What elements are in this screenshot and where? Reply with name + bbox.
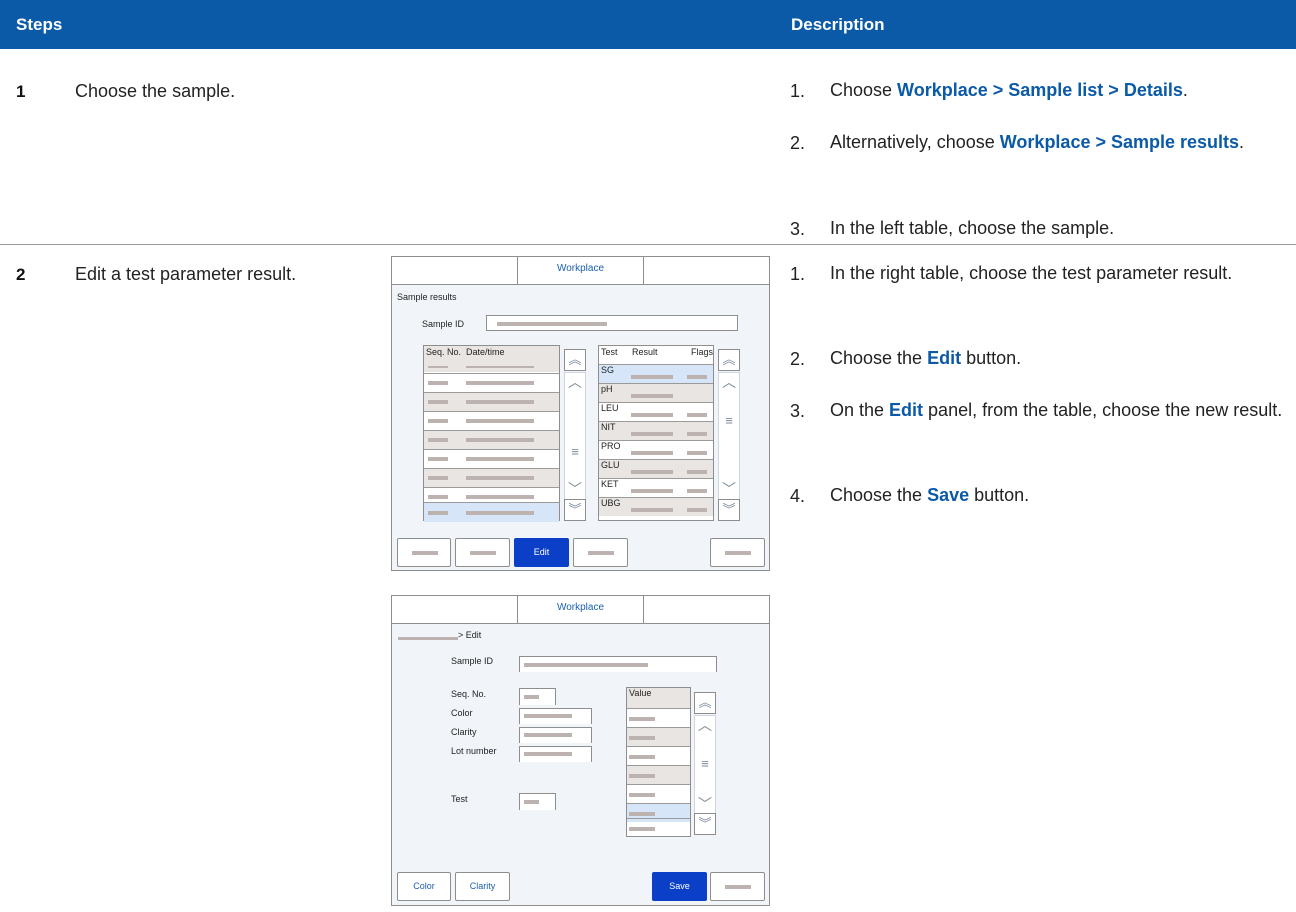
value-row[interactable]	[627, 708, 690, 727]
screen-title: Sample results	[397, 292, 457, 302]
edit-screen: Workplace > Edit Sample ID Seq. No. Colo…	[391, 595, 770, 906]
lot-number-label: Lot number	[451, 746, 497, 756]
desc-item: Choose the Edit button.	[830, 348, 1022, 368]
step-text: Edit a test parameter result.	[75, 264, 297, 284]
value-row[interactable]	[627, 727, 690, 746]
table-row[interactable]	[424, 449, 559, 468]
desc-number: 3.	[790, 219, 806, 239]
table-row[interactable]	[424, 411, 559, 430]
clarity-button[interactable]: Clarity	[455, 872, 510, 901]
step-number: 2	[16, 265, 26, 284]
test-label: Test	[451, 794, 468, 804]
sample-table[interactable]: Seq. No. Date/time	[423, 345, 560, 522]
color-label: Color	[451, 708, 473, 718]
test-row[interactable]: UBG	[599, 497, 713, 516]
chevron-up-icon[interactable]: ︿	[718, 372, 740, 392]
chevron-up-icon[interactable]: ︿	[564, 372, 586, 392]
table-row[interactable]	[424, 430, 559, 449]
menu-icon[interactable]: ≡	[564, 444, 586, 459]
description-header: Description	[791, 15, 885, 34]
desc-number: 3.	[790, 401, 806, 421]
breadcrumb: > Edit	[458, 630, 482, 640]
test-row[interactable]: NIT	[599, 421, 713, 440]
table-row-selected[interactable]	[424, 502, 559, 522]
menu-icon[interactable]: ≡	[694, 756, 716, 771]
test-table[interactable]: Test Result Flags SG pH LEU NIT PRO GLU …	[598, 345, 714, 521]
chevron-down-icon[interactable]: ﹀	[718, 479, 740, 499]
test-row[interactable]: KET	[599, 478, 713, 497]
table-row[interactable]	[424, 468, 559, 487]
table-row[interactable]	[424, 392, 559, 411]
chevron-down-icon[interactable]: ﹀	[694, 794, 716, 814]
color-field[interactable]	[519, 708, 592, 724]
test-row[interactable]: GLU	[599, 459, 713, 478]
desc-item: Choose Workplace > Sample list > Details…	[830, 80, 1188, 100]
blank-button[interactable]	[455, 538, 510, 567]
menu-path: Workplace > Sample list > Details	[897, 80, 1183, 100]
value-row[interactable]	[627, 818, 690, 838]
desc-number: 2.	[790, 349, 806, 369]
table-header: Steps Description	[0, 0, 1296, 49]
seq-label: Seq. No.	[451, 689, 487, 699]
desc-number: 1.	[790, 81, 806, 101]
blank-button[interactable]	[573, 538, 628, 567]
sample-id-label: Sample ID	[422, 319, 465, 329]
tab-workplace[interactable]: Workplace	[517, 596, 644, 624]
desc-number: 4.	[790, 486, 806, 506]
double-chevron-up-icon[interactable]: ︽	[564, 349, 586, 371]
desc-number: 1.	[790, 264, 806, 284]
test-row[interactable]: pH	[599, 383, 713, 402]
menu-path: Workplace > Sample results	[999, 132, 1240, 152]
test-field[interactable]	[519, 793, 556, 810]
blank-button[interactable]	[397, 538, 451, 567]
clarity-field[interactable]	[519, 727, 592, 743]
double-chevron-down-icon[interactable]: ︾	[564, 499, 586, 521]
lot-number-field[interactable]	[519, 746, 592, 762]
desc-item: Alternatively, choose Workplace > Sample…	[830, 132, 1245, 152]
sample-id-field[interactable]	[519, 656, 717, 672]
desc-item: In the right table, choose the test para…	[830, 263, 1233, 283]
double-chevron-down-icon[interactable]: ︾	[718, 499, 740, 521]
table-row[interactable]	[424, 373, 559, 392]
blank-button[interactable]	[710, 538, 765, 567]
chevron-down-icon[interactable]: ﹀	[564, 479, 586, 499]
sample-results-screen: Workplace Sample results Sample ID Seq. …	[391, 256, 770, 571]
steps-header: Steps	[16, 15, 63, 34]
test-row[interactable]: SG	[599, 364, 713, 383]
desc-number: 2.	[790, 133, 806, 153]
color-button[interactable]: Color	[397, 872, 451, 901]
desc-item: In the left table, choose the sample.	[830, 218, 1115, 238]
sample-id-field[interactable]	[486, 315, 738, 331]
value-row[interactable]	[627, 746, 690, 765]
clarity-label: Clarity	[451, 727, 477, 737]
test-row[interactable]: PRO	[599, 440, 713, 459]
seq-field[interactable]	[519, 688, 556, 705]
test-row[interactable]: LEU	[599, 402, 713, 421]
value-row[interactable]	[627, 765, 690, 784]
desc-item: Choose the Save button.	[830, 485, 1030, 505]
chevron-up-icon[interactable]: ︿	[694, 715, 716, 735]
desc-item: On the Edit panel, from the table, choos…	[830, 400, 1283, 420]
double-chevron-down-icon[interactable]: ︾	[694, 813, 716, 835]
step-number: 1	[16, 82, 26, 101]
row-divider	[0, 244, 1296, 245]
value-row[interactable]	[627, 784, 690, 803]
double-chevron-up-icon[interactable]: ︽	[694, 692, 716, 714]
tab-workplace[interactable]: Workplace	[517, 257, 644, 285]
edit-button[interactable]: Edit	[514, 538, 569, 567]
menu-icon[interactable]: ≡	[718, 413, 740, 428]
blank-button[interactable]	[710, 872, 765, 901]
double-chevron-up-icon[interactable]: ︽	[718, 349, 740, 371]
step-text: Choose the sample.	[75, 81, 236, 101]
save-button[interactable]: Save	[652, 872, 707, 901]
value-table[interactable]: Value	[626, 687, 691, 837]
sample-id-label: Sample ID	[451, 656, 494, 666]
